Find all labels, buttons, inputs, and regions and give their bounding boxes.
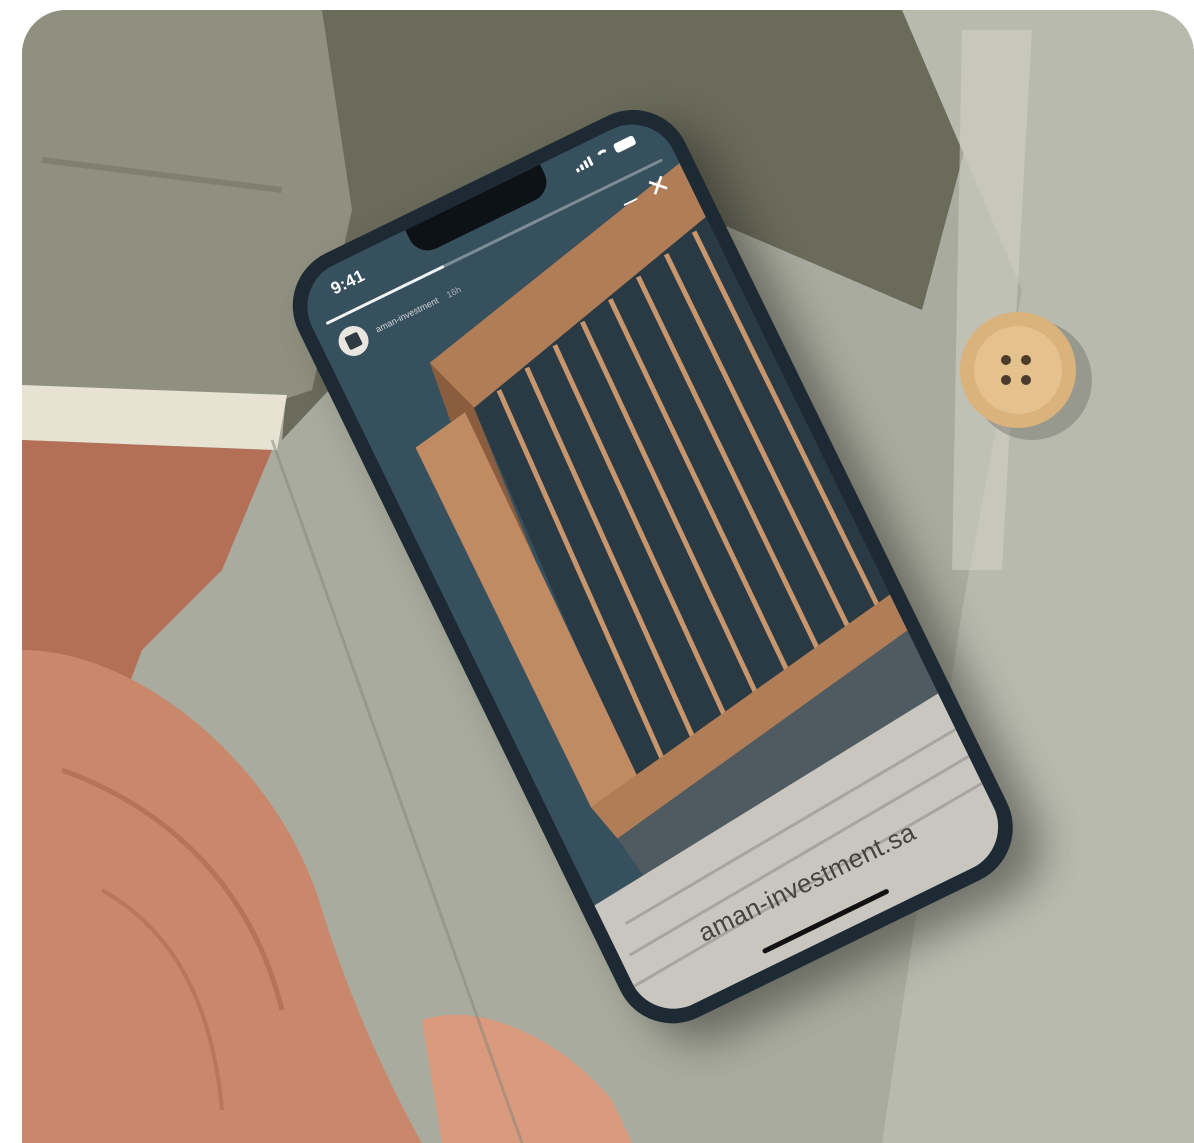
- brand-logo-icon: [344, 331, 363, 351]
- photo-card: 9:41 aman-investment 16h – ✕ aman-invest…: [22, 10, 1194, 1143]
